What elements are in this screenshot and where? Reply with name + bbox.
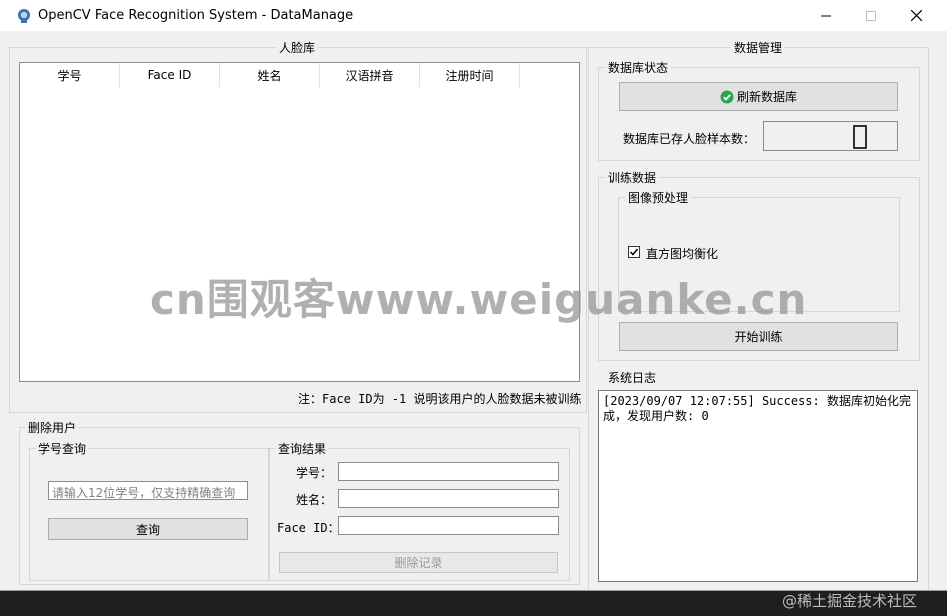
- close-icon: [910, 10, 922, 21]
- hist-eq-checkbox[interactable]: [628, 246, 640, 258]
- face-db-title: 人脸库: [276, 39, 319, 56]
- face-table[interactable]: 学号 Face ID 姓名 汉语拼音 注册时间: [19, 62, 580, 382]
- maximize-icon: [866, 10, 876, 21]
- checkmark-icon: [629, 248, 639, 256]
- db-status-title: 数据库状态: [605, 59, 672, 76]
- query-button[interactable]: 查询: [48, 518, 248, 540]
- window-title: OpenCV Face Recognition System - DataMan…: [38, 8, 354, 23]
- check-circle-icon: [720, 90, 734, 103]
- column-header-name[interactable]: 姓名: [220, 63, 320, 87]
- name-label: 姓名：: [296, 493, 333, 507]
- table-header: 学号 Face ID 姓名 汉语拼音 注册时间: [20, 63, 520, 87]
- student-id-field[interactable]: [338, 462, 559, 481]
- column-header-register-time[interactable]: 注册时间: [420, 63, 520, 87]
- column-header-student-id[interactable]: 学号: [20, 63, 120, 87]
- column-header-pinyin[interactable]: 汉语拼音: [320, 63, 420, 87]
- app-icon: [16, 8, 32, 24]
- query-group: [29, 448, 269, 581]
- delete-user-title: 删除用户: [25, 419, 80, 436]
- refresh-db-button[interactable]: 刷新数据库: [619, 82, 898, 111]
- close-button[interactable]: [893, 0, 939, 31]
- query-title: 学号查询: [35, 440, 90, 457]
- hist-eq-label[interactable]: 直方图均衡化: [646, 245, 718, 262]
- delete-record-button[interactable]: 删除记录: [279, 552, 558, 573]
- data-manage-title: 数据管理: [731, 39, 786, 56]
- minimize-button[interactable]: [803, 0, 849, 31]
- title-bar: OpenCV Face Recognition System - DataMan…: [0, 0, 947, 31]
- refresh-db-label: 刷新数据库: [736, 90, 797, 104]
- result-title: 查询结果: [275, 440, 330, 457]
- student-id-search-input[interactable]: 请输入12位学号，仅支持精确查询: [48, 481, 248, 500]
- column-header-face-id[interactable]: Face ID: [120, 63, 220, 87]
- training-title: 训练数据: [605, 169, 660, 186]
- footer-watermark: @稀土掘金技术社区: [782, 592, 918, 610]
- preprocess-title: 图像预处理: [625, 189, 692, 206]
- sample-count-digit: [853, 125, 867, 149]
- student-id-label: 学号：: [296, 466, 333, 480]
- log-title: 系统日志: [605, 369, 660, 386]
- face-id-note: 注：Face ID为 -1 说明该用户的人脸数据未被训练: [298, 392, 582, 406]
- watermark-text: cn围观客www.weiguanke.cn: [150, 275, 808, 324]
- maximize-button[interactable]: [848, 0, 894, 31]
- sample-count-display: [763, 121, 898, 151]
- name-field[interactable]: [338, 489, 559, 508]
- minimize-icon: [821, 15, 831, 16]
- face-id-label: Face ID：: [277, 521, 340, 535]
- sample-count-label: 数据库已存人脸样本数：: [623, 132, 756, 146]
- face-id-field[interactable]: [338, 516, 559, 535]
- system-log[interactable]: [2023/09/07 12:07:55] Success: 数据库初始化完成，…: [598, 390, 918, 582]
